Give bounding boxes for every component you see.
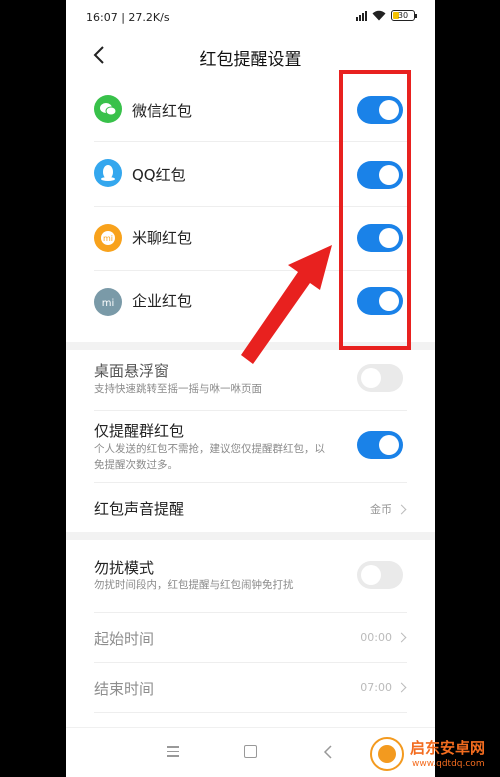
qq-label: QQ红包 xyxy=(132,166,186,184)
divider xyxy=(94,712,407,713)
section-gap xyxy=(66,532,435,540)
sound-setting[interactable]: 红包声音提醒 金币 xyxy=(66,483,435,531)
float-window-setting[interactable]: 桌面悬浮窗 支持快速跳转至摇一摇与咻一咻页面 xyxy=(66,350,435,410)
group-only-title: 仅提醒群红包 xyxy=(94,422,185,440)
highlight-box xyxy=(339,70,411,350)
start-time-value: 00:00 xyxy=(360,631,407,644)
qq-icon xyxy=(94,159,122,187)
group-only-toggle[interactable] xyxy=(357,431,403,459)
dnd-title: 勿扰模式 xyxy=(94,559,155,577)
page-title: 红包提醒设置 xyxy=(199,50,302,70)
float-window-subtitle: 支持快速跳转至摇一摇与咻一咻页面 xyxy=(94,383,262,395)
status-bar: 16:07 | 27.2K/s 30 xyxy=(66,0,435,34)
svg-text:mi: mi xyxy=(102,298,115,309)
battery-icon: 30 xyxy=(391,10,417,21)
start-time-title: 起始时间 xyxy=(94,630,155,648)
end-time-title: 结束时间 xyxy=(94,680,155,698)
enterprise-label: 企业红包 xyxy=(132,292,193,310)
mi-icon: mi xyxy=(94,288,122,316)
svg-text:mi: mi xyxy=(103,234,113,243)
miliao-label: 米聊红包 xyxy=(132,229,193,247)
watermark-url: www.qdtdq.com xyxy=(412,759,485,769)
chevron-right-icon xyxy=(396,682,407,693)
wechat-icon xyxy=(94,95,122,123)
sound-value: 金币 xyxy=(370,501,407,517)
group-only-subtitle: 个人发送的红包不需抢，建议您仅提醒群红包，以免提醒次数过多。 xyxy=(94,443,325,471)
signal-icon xyxy=(356,10,367,21)
nav-back-icon[interactable] xyxy=(322,745,334,759)
home-icon[interactable] xyxy=(244,745,257,758)
watermark-name: 启东安卓网 xyxy=(410,739,486,757)
chevron-right-icon xyxy=(396,632,407,643)
status-time: 16:07 | 27.2K/s xyxy=(86,11,170,24)
dnd-setting[interactable]: 勿扰模式 勿扰时间段内，红包提醒与红包闹钟免打扰 xyxy=(66,540,435,610)
watermark-logo xyxy=(370,737,404,771)
dnd-subtitle: 勿扰时间段内，红包提醒与红包闹钟免打扰 xyxy=(94,579,294,591)
end-time-value: 07:00 xyxy=(360,681,407,694)
sound-title: 红包声音提醒 xyxy=(94,500,185,518)
chevron-right-icon xyxy=(396,504,407,514)
float-window-toggle[interactable] xyxy=(357,364,403,392)
start-time-setting[interactable]: 起始时间 00:00 xyxy=(66,613,435,661)
group-only-setting[interactable]: 仅提醒群红包 个人发送的红包不需抢，建议您仅提醒群红包，以免提醒次数过多。 xyxy=(66,411,435,481)
wifi-icon xyxy=(372,10,386,21)
end-time-setting[interactable]: 结束时间 07:00 xyxy=(66,663,435,711)
menu-icon[interactable] xyxy=(167,746,179,757)
watermark: 启东安卓网 www.qdtdq.com xyxy=(370,735,500,777)
float-window-title: 桌面悬浮窗 xyxy=(94,362,170,380)
miliao-icon: mi xyxy=(94,224,122,252)
status-icons: 30 xyxy=(356,10,417,21)
dnd-toggle[interactable] xyxy=(357,561,403,589)
wechat-label: 微信红包 xyxy=(132,102,193,120)
